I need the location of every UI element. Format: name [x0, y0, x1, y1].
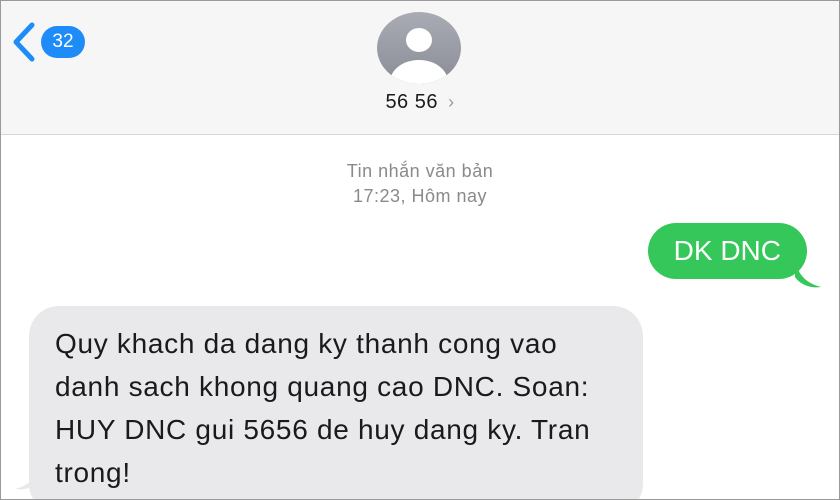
incoming-message-bubble[interactable]: Quy khach da dang ky thanh cong vao danh…: [29, 306, 643, 499]
incoming-bubble-tail: [15, 461, 41, 490]
message-timestamp: 17:23, Hôm nay: [352, 186, 488, 206]
contact-avatar[interactable]: [377, 12, 461, 84]
thread-meta: Tin nhắn văn bản 17:23, Hôm nay: [1, 159, 839, 209]
service-label: Tin nhắn văn bản: [346, 161, 494, 181]
contact-name-button[interactable]: 56 56 ›: [1, 91, 839, 114]
outgoing-bubble-tail: [795, 259, 821, 288]
contact-name: 56 56: [385, 91, 438, 113]
unread-count-badge: 32: [41, 26, 85, 58]
person-avatar-icon: [377, 12, 461, 84]
outgoing-message-bubble[interactable]: DK DNC: [647, 223, 807, 279]
chevron-right-icon: ›: [448, 92, 455, 112]
back-button[interactable]: 32: [11, 21, 85, 63]
messages-screen: 32 56 56 › Tin nhắn văn bản 17:23, Hôm n…: [0, 0, 840, 500]
conversation-header: 32 56 56 ›: [1, 1, 839, 135]
chevron-left-icon: [11, 21, 37, 63]
